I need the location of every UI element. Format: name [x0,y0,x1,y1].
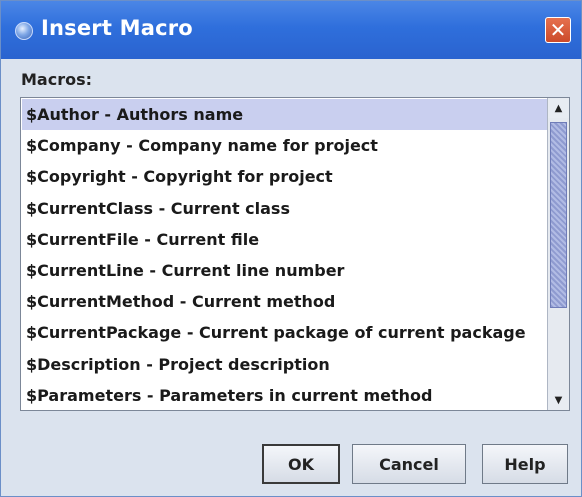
list-item[interactable]: $Description - Project description [22,349,547,380]
list-item[interactable]: $Copyright - Copyright for project [22,161,547,192]
list-item[interactable]: $Company - Company name for project [22,130,547,161]
scrollbar-thumb[interactable] [550,122,567,308]
macros-list-items: $Author - Authors name $Company - Compan… [22,99,547,409]
title-bar[interactable]: Insert Macro ✕ [1,1,581,59]
list-item[interactable]: $CurrentLine - Current line number [22,255,547,286]
list-item[interactable]: $CurrentFile - Current file [22,224,547,255]
vertical-scrollbar[interactable]: ▲ ▼ [547,98,569,410]
scroll-up-arrow-icon[interactable]: ▲ [548,98,569,118]
list-item[interactable]: $Parameters - Parameters in current meth… [22,380,547,409]
macros-label: Macros: [21,70,93,89]
insert-macro-dialog: Insert Macro ✕ Macros: $Author - Authors… [0,0,582,497]
dialog-title: Insert Macro [41,16,193,40]
list-item[interactable]: $CurrentPackage - Current package of cur… [22,317,547,348]
list-item[interactable]: $CurrentMethod - Current method [22,286,547,317]
app-icon [15,22,33,40]
macros-list[interactable]: $Author - Authors name $Company - Compan… [20,97,570,411]
list-item[interactable]: $CurrentClass - Current class [22,193,547,224]
scroll-down-arrow-icon[interactable]: ▼ [548,390,569,410]
cancel-button[interactable]: Cancel [352,444,466,484]
ok-button[interactable]: OK [262,444,340,484]
help-button[interactable]: Help [482,444,568,484]
list-item[interactable]: $Author - Authors name [22,99,547,131]
close-button[interactable]: ✕ [545,17,571,43]
